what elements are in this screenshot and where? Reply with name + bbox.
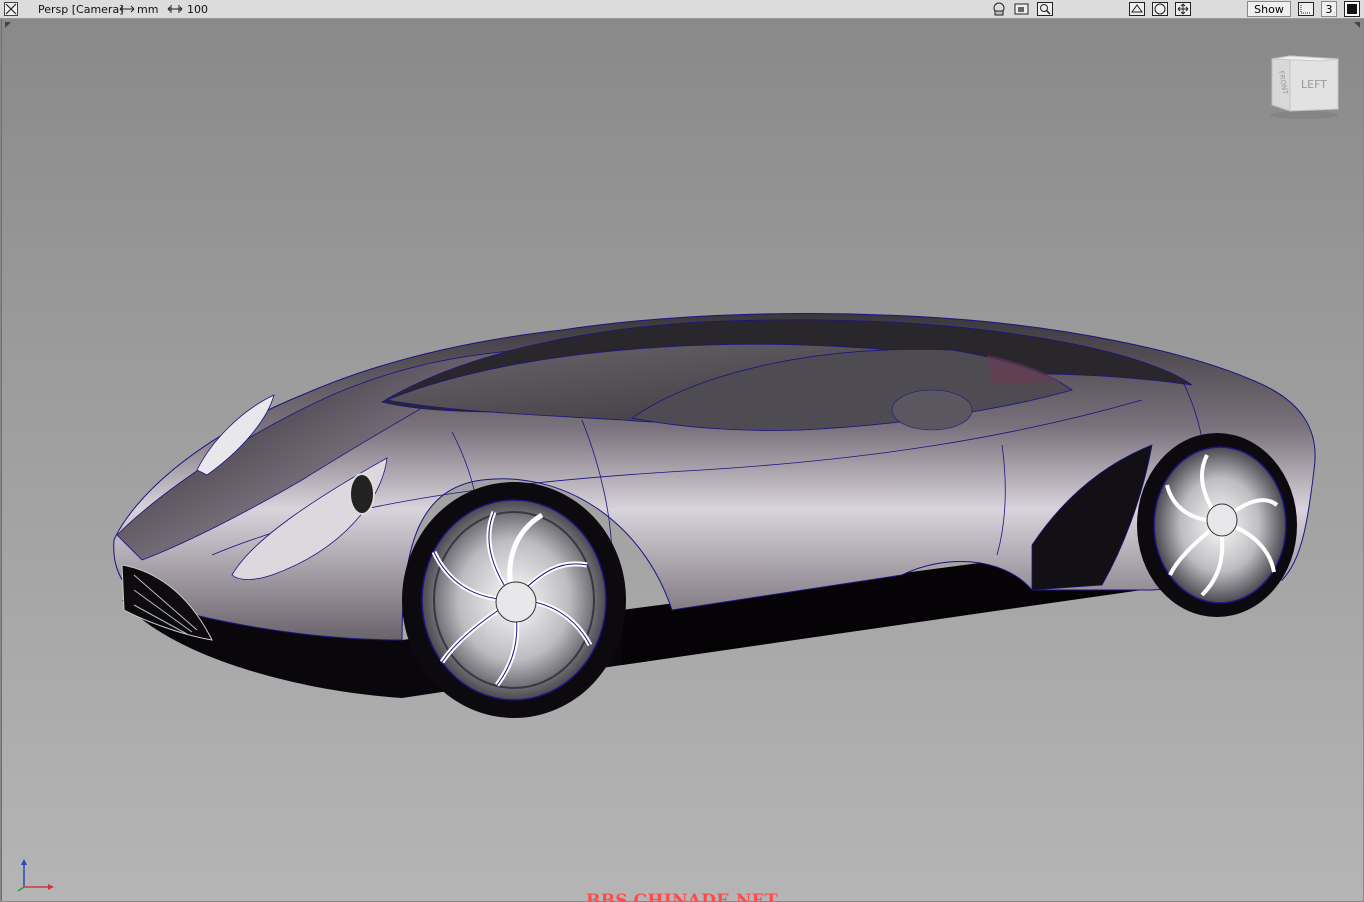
layout-icon[interactable] (1297, 1, 1314, 17)
front-wheel (402, 482, 626, 718)
show-button[interactable]: Show (1247, 1, 1291, 17)
scale-icon (166, 1, 184, 17)
grid-icon[interactable] (1128, 1, 1145, 17)
rear-wheel (1137, 433, 1297, 617)
modeling-window: Persp [Camera] mm 100 Show 3 LEFT FRONT … (0, 0, 1364, 902)
units-label[interactable]: mm (137, 0, 158, 18)
zoom-icon[interactable] (1036, 1, 1053, 17)
move-icon[interactable] (1174, 1, 1191, 17)
close-viewport-icon[interactable] (2, 1, 19, 17)
3d-viewport[interactable]: LEFT FRONT BBS.CHINADE.NET (1, 19, 1364, 902)
watermark-text: BBS.CHINADE.NET (586, 891, 778, 902)
layout-number[interactable]: 3 (1321, 1, 1337, 17)
maximize-icon[interactable] (1343, 1, 1360, 17)
camera-label[interactable]: Persp [Camera] (38, 0, 124, 18)
camera-record-icon[interactable] (1013, 1, 1030, 17)
shade-icon[interactable] (1151, 1, 1168, 17)
scale-label[interactable]: 100 (187, 0, 208, 18)
axis-triad-icon (17, 859, 54, 892)
units-arrow-icon (118, 1, 136, 17)
car-model[interactable] (2, 19, 1364, 901)
camera-tumble-icon[interactable] (990, 1, 1007, 17)
viewport-toolbar: Persp [Camera] mm 100 Show 3 (0, 0, 1364, 19)
